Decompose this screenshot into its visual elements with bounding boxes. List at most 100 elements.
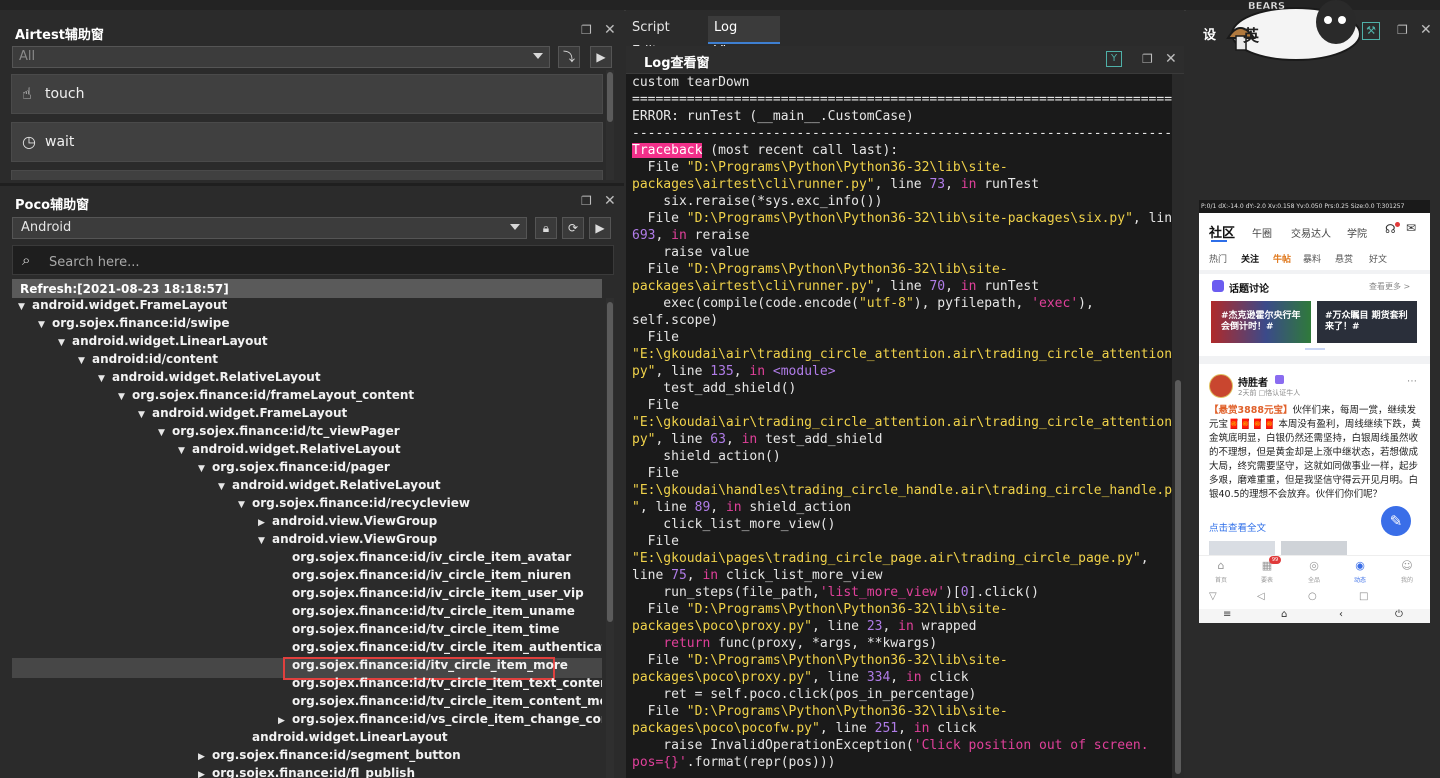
next-action-button[interactable] <box>11 170 603 180</box>
subtab-0[interactable]: 热门 <box>1209 252 1227 265</box>
poco-search[interactable]: ⌕ <box>12 245 614 275</box>
close-icon[interactable]: ✕ <box>1165 51 1177 67</box>
tree-node[interactable]: android.widget.LinearLayout <box>238 730 448 748</box>
expand-down-icon[interactable]: ▼ <box>158 428 172 438</box>
tree-node[interactable]: ▼ android.widget.FrameLayout <box>18 298 227 316</box>
tree-node[interactable]: ▶ org.sojex.finance:id/fl_publish <box>198 766 415 778</box>
subtab-4[interactable]: 悬赏 <box>1335 252 1353 265</box>
expand-down-icon[interactable]: ▼ <box>118 392 132 402</box>
airtest-scrollbar[interactable] <box>606 70 614 180</box>
expand-right-icon[interactable]: ▶ <box>198 770 212 778</box>
sys-nav-back-icon[interactable]: ◁ <box>1257 591 1265 602</box>
refresh-icon[interactable]: ⟳ <box>562 217 584 239</box>
nav-feed-icon[interactable]: ◉ <box>1346 559 1374 572</box>
tree-node[interactable]: ▶ org.sojex.finance:id/vs_circle_item_cha… <box>278 712 602 730</box>
tree-node[interactable]: ▼ android.widget.FrameLayout <box>138 406 347 424</box>
panel-divider[interactable] <box>0 183 624 186</box>
log-scrollbar[interactable] <box>1172 74 1184 778</box>
tree-scrollbar[interactable] <box>606 298 614 778</box>
tree-node[interactable]: ▶ org.sojex.finance:id/segment_button <box>198 748 461 766</box>
expand-down-icon[interactable]: ▼ <box>98 374 112 384</box>
expand-right-icon[interactable]: ▶ <box>278 716 292 726</box>
tools-icon[interactable]: ⚒ <box>1362 22 1380 40</box>
tree-node[interactable]: org.sojex.finance:id/tv_circle_item_time <box>278 622 560 640</box>
mail-icon[interactable]: ✉ <box>1406 221 1416 235</box>
close-icon[interactable]: ✕ <box>604 193 616 209</box>
airtest-filter-select[interactable]: All <box>12 46 550 68</box>
float-icon[interactable]: ❐ <box>1142 52 1153 66</box>
tree-node[interactable]: ▼ android.widget.RelativeLayout <box>218 478 441 496</box>
tree-node[interactable]: ▼ android:id/content <box>78 352 218 370</box>
touch-button[interactable]: ☝ touch <box>11 74 603 114</box>
float-icon[interactable]: ❐ <box>581 23 592 37</box>
expand-down-icon[interactable]: ▼ <box>258 536 272 546</box>
poco-platform-select[interactable]: Android <box>12 217 527 239</box>
tree-node[interactable]: ▼ org.sojex.finance:id/recycleview <box>238 496 470 514</box>
record-icon[interactable]: ▶ <box>589 217 611 239</box>
app-tab-community[interactable]: 社区 <box>1209 222 1235 241</box>
tree-node[interactable]: org.sojex.finance:id/tv_circle_item_auth… <box>278 640 602 658</box>
ime-language-label[interactable]: 英 <box>1243 22 1259 46</box>
subtab-2[interactable]: 牛帖 <box>1273 252 1291 265</box>
close-icon[interactable]: ✕ <box>1420 22 1432 38</box>
tree-node[interactable]: ▶ android.view.ViewGroup <box>258 514 437 532</box>
app-tab-2[interactable]: 交易达人 <box>1291 225 1331 240</box>
nav-all-icon[interactable]: ◎ <box>1300 559 1328 572</box>
back-icon[interactable]: ‹ <box>1339 609 1343 620</box>
tree-scrollbar-thumb[interactable] <box>607 302 613 622</box>
screenshot-add-icon[interactable]: ⤵ <box>558 46 580 68</box>
device-screen[interactable]: P:0/1 dX:-14.0 dY:-2.0 Xv:0.158 Yv:0.050… <box>1199 200 1430 623</box>
filter-icon[interactable]: Y <box>1106 51 1122 67</box>
log-output[interactable]: custom tearDown =========================… <box>626 74 1172 778</box>
tree-node[interactable]: org.sojex.finance:id/tv_circle_item_unam… <box>278 604 575 622</box>
post-username[interactable]: 持胜者 <box>1238 374 1268 389</box>
expand-right-icon[interactable]: ▶ <box>198 752 212 762</box>
subtab-5[interactable]: 好文 <box>1369 252 1387 265</box>
tree-node[interactable]: org.sojex.finance:id/tv_circle_item_cont… <box>278 694 602 712</box>
expand-down-icon[interactable]: ▼ <box>38 320 52 330</box>
tree-node[interactable]: org.sojex.finance:id/iv_circle_item_user… <box>278 586 584 604</box>
home-icon[interactable]: ⌂ <box>1281 609 1287 620</box>
tree-node[interactable]: ▼ org.sojex.finance:id/swipe <box>38 316 230 334</box>
sys-nav-down-icon[interactable]: ▽ <box>1209 591 1217 602</box>
tree-node[interactable]: ▼ android.widget.LinearLayout <box>58 334 268 352</box>
tree-node[interactable]: ▼ android.view.ViewGroup <box>258 532 437 550</box>
edit-fab-icon[interactable]: ✎ <box>1381 506 1411 536</box>
expand-down-icon[interactable]: ▼ <box>58 338 72 348</box>
post-image-0[interactable] <box>1209 541 1275 555</box>
float-icon[interactable]: ❐ <box>1397 23 1408 37</box>
log-scrollbar-thumb[interactable] <box>1175 380 1181 774</box>
tree-node[interactable]: ▼ org.sojex.finance:id/frameLayout_conten… <box>118 388 414 406</box>
topic-card-0[interactable]: #杰克逊霍尔央行年会倒计时！# <box>1211 301 1311 343</box>
lock-icon[interactable]: 🔒︎ <box>535 217 557 239</box>
expand-down-icon[interactable]: ▼ <box>218 482 232 492</box>
topic-more-link[interactable]: 查看更多 > <box>1369 281 1410 292</box>
sys-nav-recent-icon[interactable]: □ <box>1359 591 1368 602</box>
expand-right-icon[interactable]: ▶ <box>258 518 272 528</box>
topic-card-1[interactable]: #万众瞩目 期货套利来了！# <box>1317 301 1417 343</box>
post-image-1[interactable] <box>1281 541 1347 555</box>
tab-script-editor[interactable]: Script Editor <box>626 16 708 59</box>
tree-node[interactable]: org.sojex.finance:id/tv_circle_item_text… <box>278 676 602 694</box>
search-input[interactable] <box>47 251 571 273</box>
tree-node[interactable]: org.sojex.finance:id/iv_circle_item_avat… <box>278 550 571 568</box>
expand-down-icon[interactable]: ▼ <box>178 446 192 456</box>
menu-icon[interactable]: ≡ <box>1223 609 1231 620</box>
more-options-icon[interactable]: ⋯ <box>1407 376 1417 387</box>
app-tab-3[interactable]: 学院 <box>1347 225 1367 240</box>
sys-nav-home-icon[interactable]: ○ <box>1308 591 1317 602</box>
tree-node[interactable]: ▼ org.sojex.finance:id/pager <box>198 460 390 478</box>
airtest-scrollbar-thumb[interactable] <box>607 72 613 122</box>
tree-node[interactable]: ▼ android.widget.RelativeLayout <box>98 370 321 388</box>
expand-down-icon[interactable]: ▼ <box>198 464 212 474</box>
close-icon[interactable]: ✕ <box>604 22 616 38</box>
expand-down-icon[interactable]: ▼ <box>78 356 92 366</box>
tree-node[interactable]: org.sojex.finance:id/iv_circle_item_niur… <box>278 568 571 586</box>
tab-log-viewer[interactable]: Log Viewer <box>708 16 780 59</box>
avatar[interactable] <box>1209 374 1233 398</box>
ui-hierarchy-tree[interactable]: ▼ android.widget.FrameLayout ▼ org.sojex.fi… <box>12 298 602 778</box>
tree-node[interactable]: org.sojex.finance:id/itv_circle_item_mor… <box>278 658 568 676</box>
wait-button[interactable]: ◷ wait <box>11 122 603 162</box>
subtab-1[interactable]: 关注 <box>1241 252 1259 265</box>
float-icon[interactable]: ❐ <box>581 194 592 208</box>
